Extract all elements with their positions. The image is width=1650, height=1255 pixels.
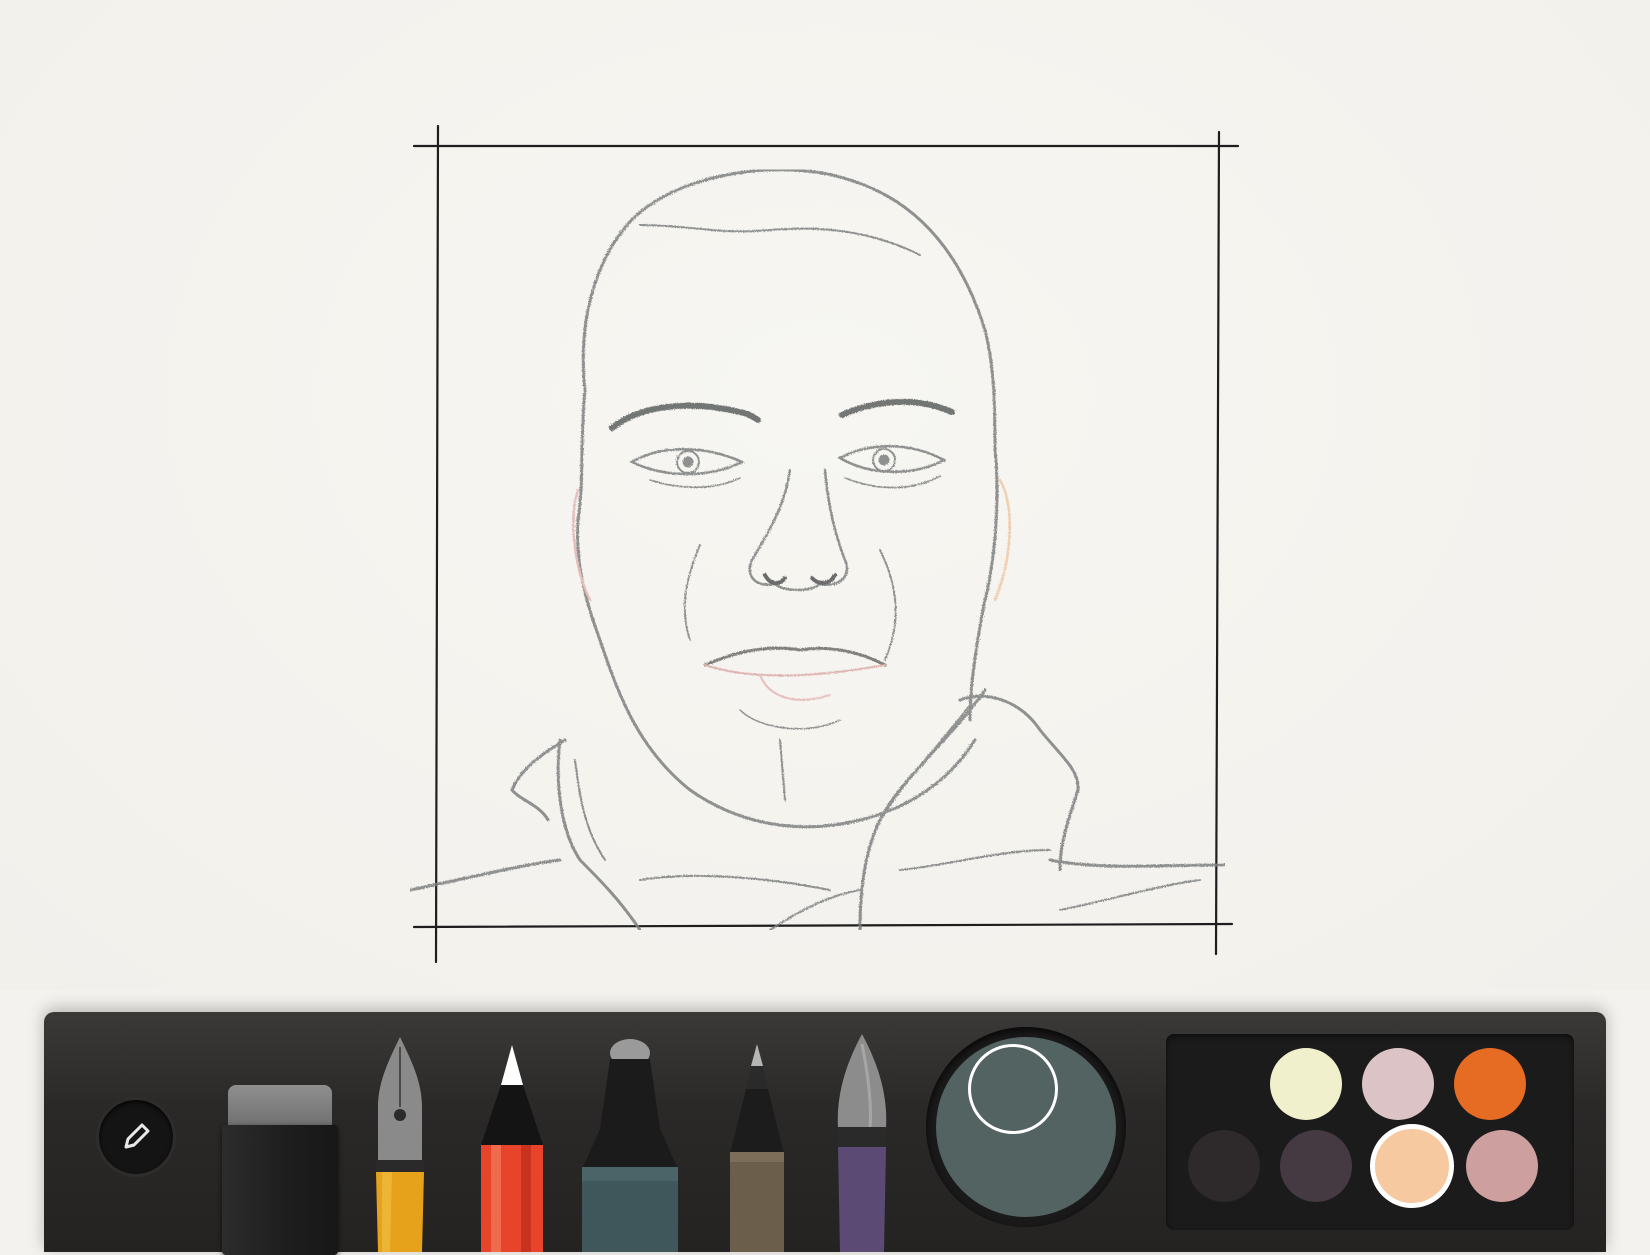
palette-swatch[interactable] [1270,1048,1342,1120]
pencil-tool[interactable] [477,1045,547,1252]
fountain-pen-tool[interactable] [372,1037,428,1252]
pencil-tool-icon [501,1045,523,1085]
marker-tool[interactable] [578,1039,682,1252]
fineliner-tool[interactable] [724,1044,790,1252]
palette-swatch[interactable] [1466,1130,1538,1202]
face-strokes [408,168,1227,932]
portrait-sketch [408,124,1240,964]
color-mixer[interactable] [926,1027,1126,1227]
palette-swatch[interactable] [1188,1130,1260,1202]
palette-swatch[interactable] [1280,1130,1352,1202]
brush-tool[interactable] [834,1034,890,1252]
palette-swatch[interactable] [1370,1124,1454,1208]
current-color-selector[interactable] [968,1044,1058,1134]
palette-swatch[interactable] [1362,1048,1434,1120]
palette-swatch[interactable] [1454,1048,1526,1120]
drawing-canvas[interactable] [0,0,1650,990]
pencil-toggle-button[interactable] [96,1097,176,1177]
eraser-icon [228,1085,332,1129]
frame-lines [412,124,1240,964]
fineliner-icon [751,1044,763,1066]
pencil-icon [124,1123,150,1149]
eraser-body [222,1125,338,1255]
color-palette [1166,1034,1574,1230]
eraser-tool[interactable] [222,1085,338,1255]
toolbar [44,1012,1606,1255]
